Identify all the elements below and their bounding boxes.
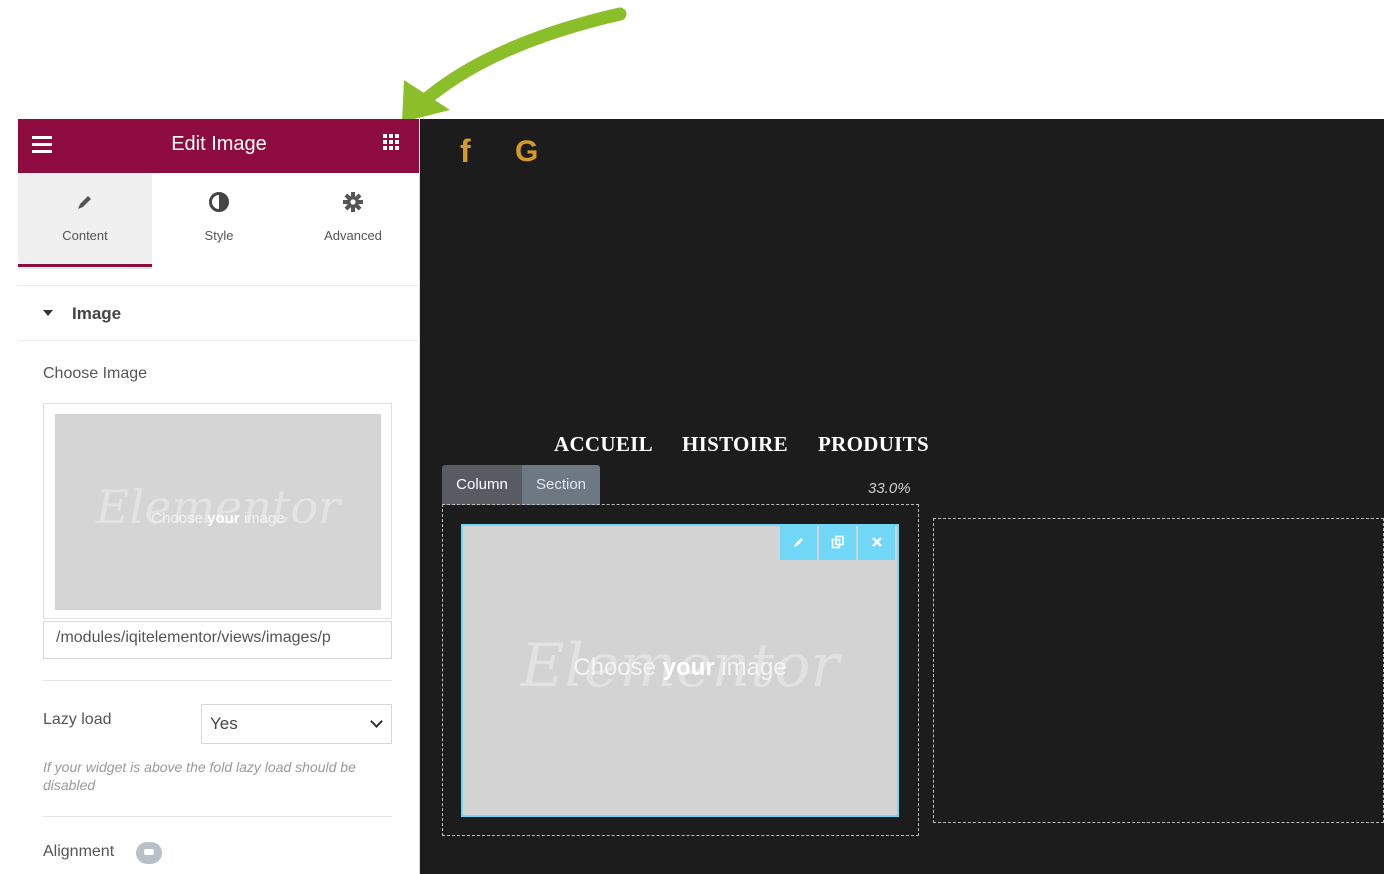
nav-link-histoire[interactable]: HISTOIRE [682,432,788,457]
panel-header: Edit Image [18,119,419,173]
pencil-icon [18,191,152,221]
divider [43,680,392,681]
caret-down-icon [43,310,53,316]
tab-advanced[interactable]: Advanced [286,173,419,269]
lazy-load-label: Lazy load [43,711,112,728]
section-handle-tab[interactable]: Section [522,465,600,505]
tab-label: Style [204,228,234,243]
google-icon[interactable]: G [515,135,538,169]
alignment-label: Alignment [43,843,115,860]
tab-content[interactable]: Content [18,173,152,267]
nav-link-accueil[interactable]: ACCUEIL [554,432,653,457]
lazy-load-select[interactable]: Yes [201,704,392,744]
pencil-icon [793,538,803,547]
panel-tabs: Content Style Advanced [18,173,419,269]
media-control: Elementor Choose your image [43,403,392,619]
preview-canvas: f G ACCUEIL HISTOIRE PRODUITS Column Sec… [420,119,1384,874]
image-widget-placeholder[interactable]: Elementor Choose your image [461,524,899,817]
close-icon [871,537,882,547]
lazy-load-help-text: If your widget is above the fold lazy lo… [43,759,356,793]
editor-panel: Edit Image Content Style Advanced Image … [18,119,420,874]
tab-label: Content [62,228,108,243]
empty-column-outline[interactable] [933,518,1384,823]
gear-icon [286,191,419,221]
duplicate-widget-button[interactable] [819,525,856,560]
facebook-icon[interactable]: f [460,133,471,170]
arrow-annotation-icon [402,7,627,122]
choose-image-placeholder: Choose your image [151,510,285,527]
panel-title: Edit Image [171,133,267,155]
responsive-device-icon[interactable] [136,842,162,864]
half-circle-icon [152,191,286,221]
lazy-load-value: Yes [210,714,238,733]
duplicate-icon [831,535,844,549]
divider [43,816,392,817]
tab-style[interactable]: Style [152,173,286,269]
image-url-input[interactable]: /modules/iqitelementor/views/images/p [43,621,392,659]
editor-screen: Edit Image Content Style Advanced Image … [0,0,1384,874]
column-handle-tab[interactable]: Column [442,465,522,505]
section-title: Image [72,304,122,323]
image-section-toggle[interactable]: Image [18,285,419,341]
choose-image-label: Choose Image [43,365,148,382]
widget-toolbar [780,525,896,560]
choose-image-placeholder: Choose your image [573,654,787,681]
column-width-indicator: 33.0% [868,480,911,497]
edit-widget-button[interactable] [780,525,817,560]
remove-widget-button[interactable] [858,525,895,560]
chevron-down-icon [370,715,383,728]
widgets-grid-icon[interactable] [383,134,401,152]
tab-label: Advanced [324,228,382,243]
nav-link-produits[interactable]: PRODUITS [818,432,929,457]
choose-image-preview[interactable]: Elementor Choose your image [55,414,381,610]
